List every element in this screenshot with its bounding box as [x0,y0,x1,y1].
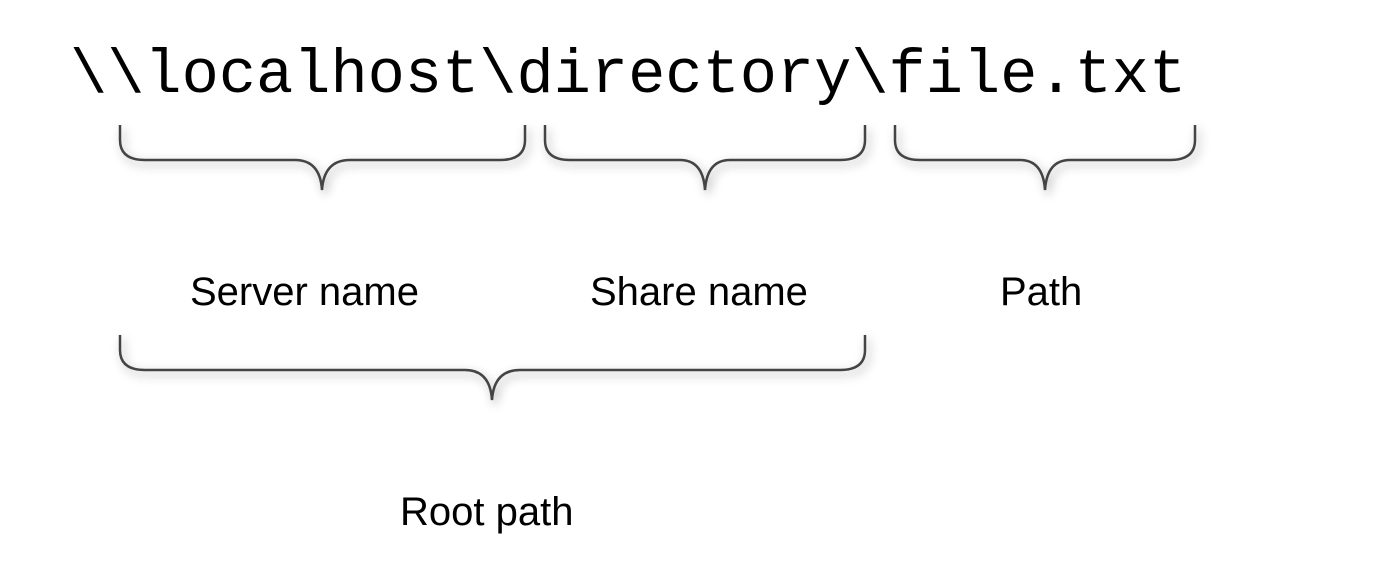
label-root-path: Root path [400,490,573,535]
brace-share-name [540,120,870,210]
label-share-name: Share name [590,270,808,315]
label-path: Path [1000,270,1082,315]
brace-server-name [115,120,530,210]
unc-path-text: \\localhost\directory\file.txt [70,40,1186,111]
label-server-name: Server name [190,270,419,315]
brace-path [890,120,1200,210]
brace-root-path [115,330,870,420]
